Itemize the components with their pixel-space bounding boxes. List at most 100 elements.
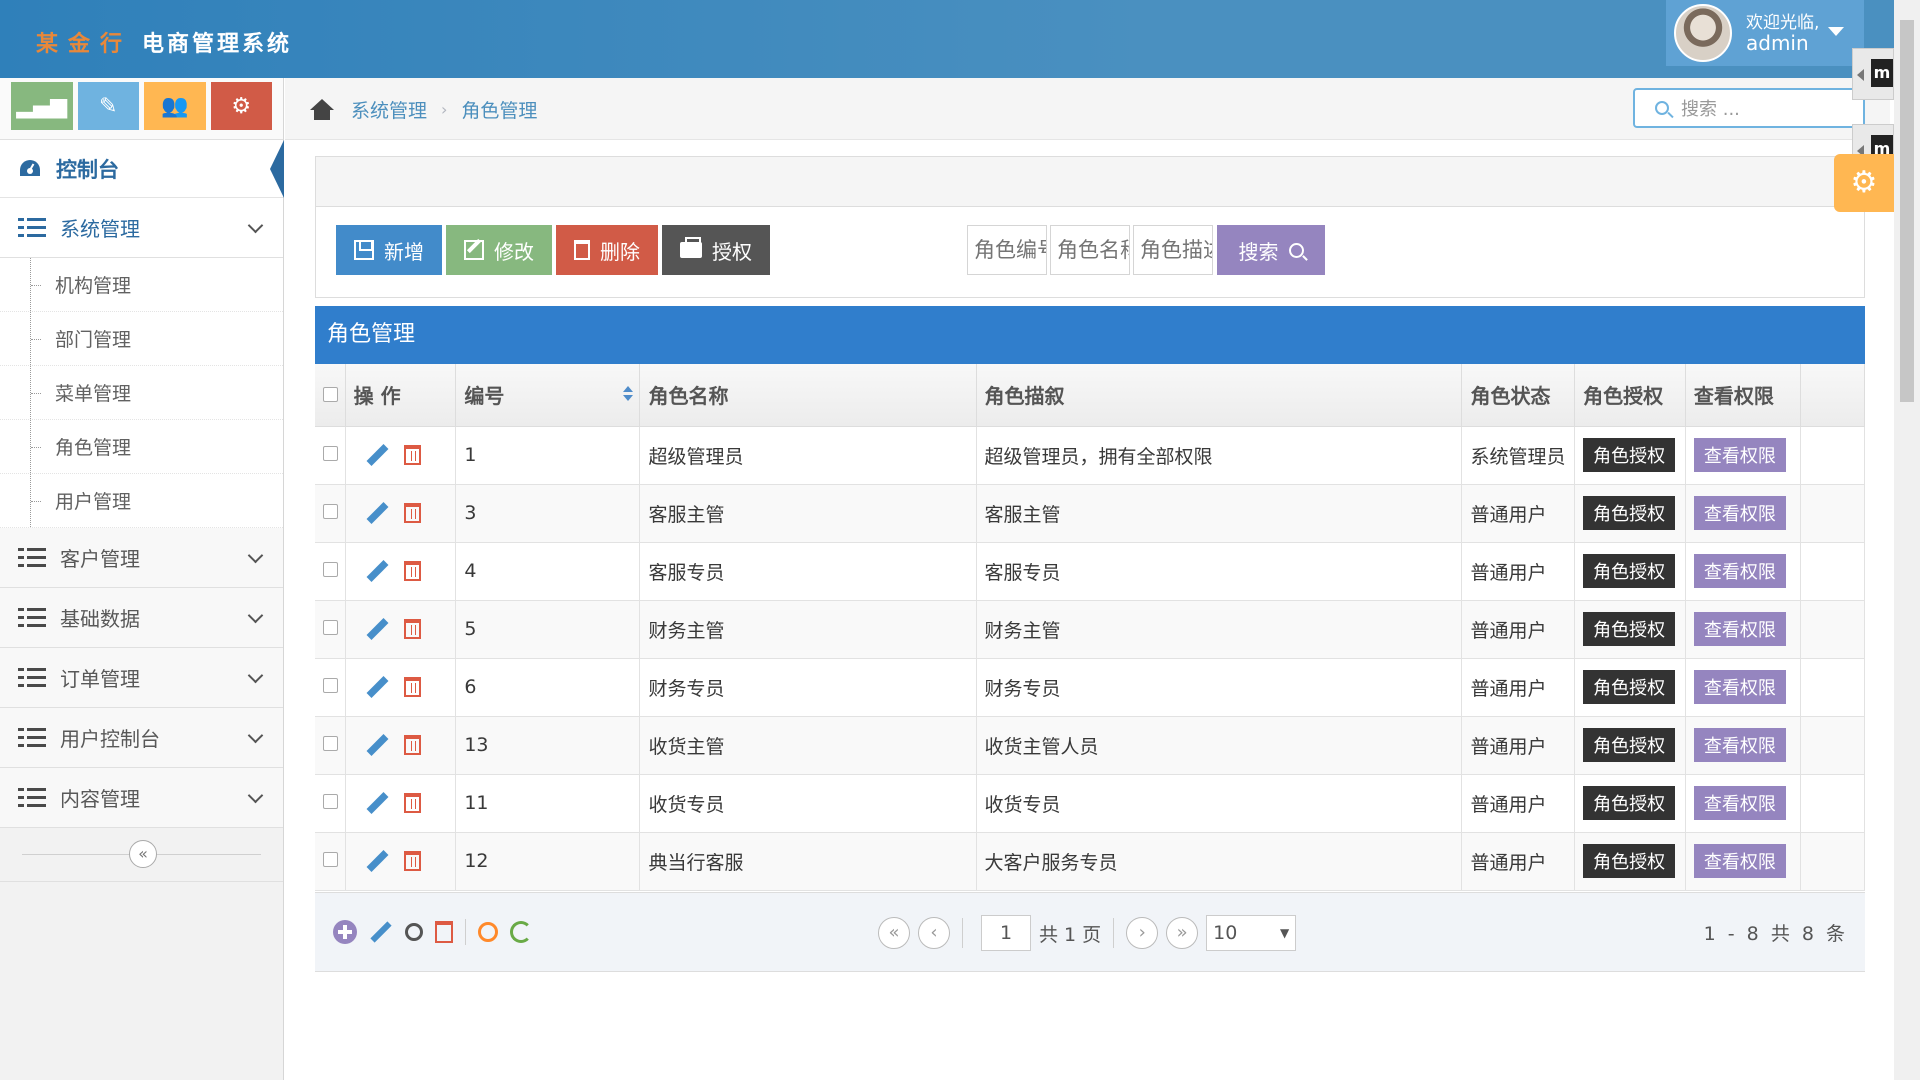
page-number-input[interactable]: 1 [981,915,1031,951]
sidebar-item-role[interactable]: 角色管理 [0,420,283,474]
edit-row-icon[interactable] [364,733,388,757]
edit-row-icon[interactable] [364,617,388,641]
table-row[interactable]: 6 财务专员 财务专员 普通用户 角色授权 查看权限 [315,658,1866,717]
edit-row-icon[interactable] [364,443,388,467]
sidebar-item-menu[interactable]: 菜单管理 [0,366,283,420]
prev-page-icon[interactable]: ‹ [918,917,950,949]
home-icon[interactable] [309,98,335,121]
shortcut-button-group[interactable]: 👥 [144,82,206,130]
role-authorize-button[interactable]: 角色授权 [1583,438,1676,472]
view-permission-button[interactable]: 查看权限 [1693,786,1786,820]
view-permission-button[interactable]: 查看权限 [1693,844,1786,878]
add-button[interactable]: 新增 [336,225,442,275]
sidebar-group-system[interactable]: 系统管理 [0,198,283,258]
search-icon[interactable] [478,922,498,942]
row-checkbox[interactable] [323,736,338,751]
table-row[interactable]: 4 客服专员 客服专员 普通用户 角色授权 查看权限 [315,542,1866,601]
role-authorize-button[interactable]: 角色授权 [1583,496,1676,530]
authorize-button[interactable]: 授权 [662,225,770,275]
sidebar-group-content[interactable]: 内容管理 [0,768,283,828]
delete-row-icon[interactable] [403,445,421,465]
role-authorize-button[interactable]: 角色授权 [1583,786,1676,820]
zoom-in-icon[interactable] [405,923,423,941]
row-checkbox[interactable] [323,852,338,867]
role-authorize-button[interactable]: 角色授权 [1583,844,1676,878]
role-authorize-button[interactable]: 角色授权 [1583,554,1676,588]
role-name-input[interactable] [1050,225,1130,275]
brand[interactable]: 某金行 电商管理系统 [36,26,292,58]
view-permission-button[interactable]: 查看权限 [1693,554,1786,588]
next-page-icon[interactable]: › [1126,917,1159,949]
side-panel-tab[interactable]: m [1852,48,1894,100]
row-checkbox[interactable] [323,620,338,635]
edit-row-icon[interactable] [364,559,388,583]
scrollbar-thumb[interactable] [1900,20,1914,402]
nav-search-input[interactable]: 搜索 ... [1633,88,1865,128]
pencil-icon[interactable] [369,920,393,944]
first-page-icon[interactable]: « [878,917,910,949]
role-authorize-button[interactable]: 角色授权 [1583,728,1676,762]
add-circle-icon[interactable] [333,920,357,944]
select-all-checkbox[interactable] [323,386,338,402]
shortcut-button-pencil[interactable]: ✎ [77,82,139,130]
sidebar-item-user[interactable]: 用户管理 [0,474,283,528]
role-code-input[interactable] [967,225,1047,275]
sidebar-group-customer[interactable]: 客户管理 [0,528,283,588]
edit-row-icon[interactable] [364,501,388,525]
delete-row-icon[interactable] [403,619,421,639]
sidebar-item-org[interactable]: 机构管理 [0,258,283,312]
row-checkbox[interactable] [323,794,338,809]
sidebar-group-orders[interactable]: 订单管理 [0,648,283,708]
table-row[interactable]: 13 收货主管 收货主管人员 普通用户 角色授权 查看权限 [315,716,1866,775]
view-permission-button[interactable]: 查看权限 [1693,728,1786,762]
breadcrumb-item-role[interactable]: 角色管理 [461,96,537,123]
col-header-status[interactable]: 角色状态 [1461,364,1576,427]
view-permission-button[interactable]: 查看权限 [1693,496,1786,530]
row-checkbox[interactable] [323,562,338,577]
delete-row-icon[interactable] [403,793,421,813]
table-row[interactable]: 11 收货专员 收货专员 普通用户 角色授权 查看权限 [315,774,1866,833]
role-authorize-button[interactable]: 角色授权 [1583,612,1676,646]
delete-row-icon[interactable] [403,561,421,581]
row-checkbox[interactable] [323,446,338,461]
edit-row-icon[interactable] [364,675,388,699]
sidebar-collapse-button[interactable]: « [129,840,157,868]
shortcut-button-signal[interactable]: ▂▄▆ [11,82,73,130]
col-header-view[interactable]: 查看权限 [1685,364,1801,427]
edit-row-icon[interactable] [364,791,388,815]
delete-button[interactable]: 删除 [556,225,658,275]
edit-row-icon[interactable] [364,849,388,873]
user-menu[interactable]: 欢迎光临, admin [1666,0,1864,66]
view-permission-button[interactable]: 查看权限 [1693,438,1786,472]
sidebar-group-basedata[interactable]: 基础数据 [0,588,283,648]
view-permission-button[interactable]: 查看权限 [1693,670,1786,704]
edit-button[interactable]: 修改 [446,225,552,275]
delete-row-icon[interactable] [403,735,421,755]
last-page-icon[interactable]: » [1166,917,1199,949]
table-row[interactable]: 3 客服主管 客服主管 普通用户 角色授权 查看权限 [315,484,1866,543]
table-row[interactable]: 12 典当行客服 大客户服务专员 普通用户 角色授权 查看权限 [315,832,1866,891]
col-header-desc[interactable]: 角色描叙 [976,364,1463,427]
delete-row-icon[interactable] [403,851,421,871]
delete-row-icon[interactable] [403,503,421,523]
page-size-select[interactable]: 10 [1206,915,1297,951]
view-permission-button[interactable]: 查看权限 [1693,612,1786,646]
refresh-icon[interactable] [510,921,532,943]
table-row[interactable]: 1 超级管理员 超级管理员，拥有全部权限 系统管理员 角色授权 查看权限 [315,426,1866,485]
row-checkbox[interactable] [323,678,338,693]
sidebar-item-dashboard[interactable]: 控制台 [0,140,284,198]
search-button[interactable]: 搜索 [1217,225,1325,275]
breadcrumb-item-system[interactable]: 系统管理 [351,96,427,123]
trash-icon[interactable] [435,921,453,943]
sidebar-group-user-console[interactable]: 用户控制台 [0,708,283,768]
delete-row-icon[interactable] [403,677,421,697]
shortcut-button-cogs[interactable]: ⚙ [210,82,272,130]
role-authorize-button[interactable]: 角色授权 [1583,670,1676,704]
page-scrollbar[interactable] [1894,0,1920,1080]
col-header-id[interactable]: 编号 [455,364,641,427]
settings-gear-button[interactable]: ⚙ [1834,154,1894,212]
col-header-authorize[interactable]: 角色授权 [1574,364,1686,427]
table-row[interactable]: 5 财务主管 财务主管 普通用户 角色授权 查看权限 [315,600,1866,659]
role-desc-input[interactable] [1133,225,1213,275]
col-header-name[interactable]: 角色名称 [639,364,977,427]
